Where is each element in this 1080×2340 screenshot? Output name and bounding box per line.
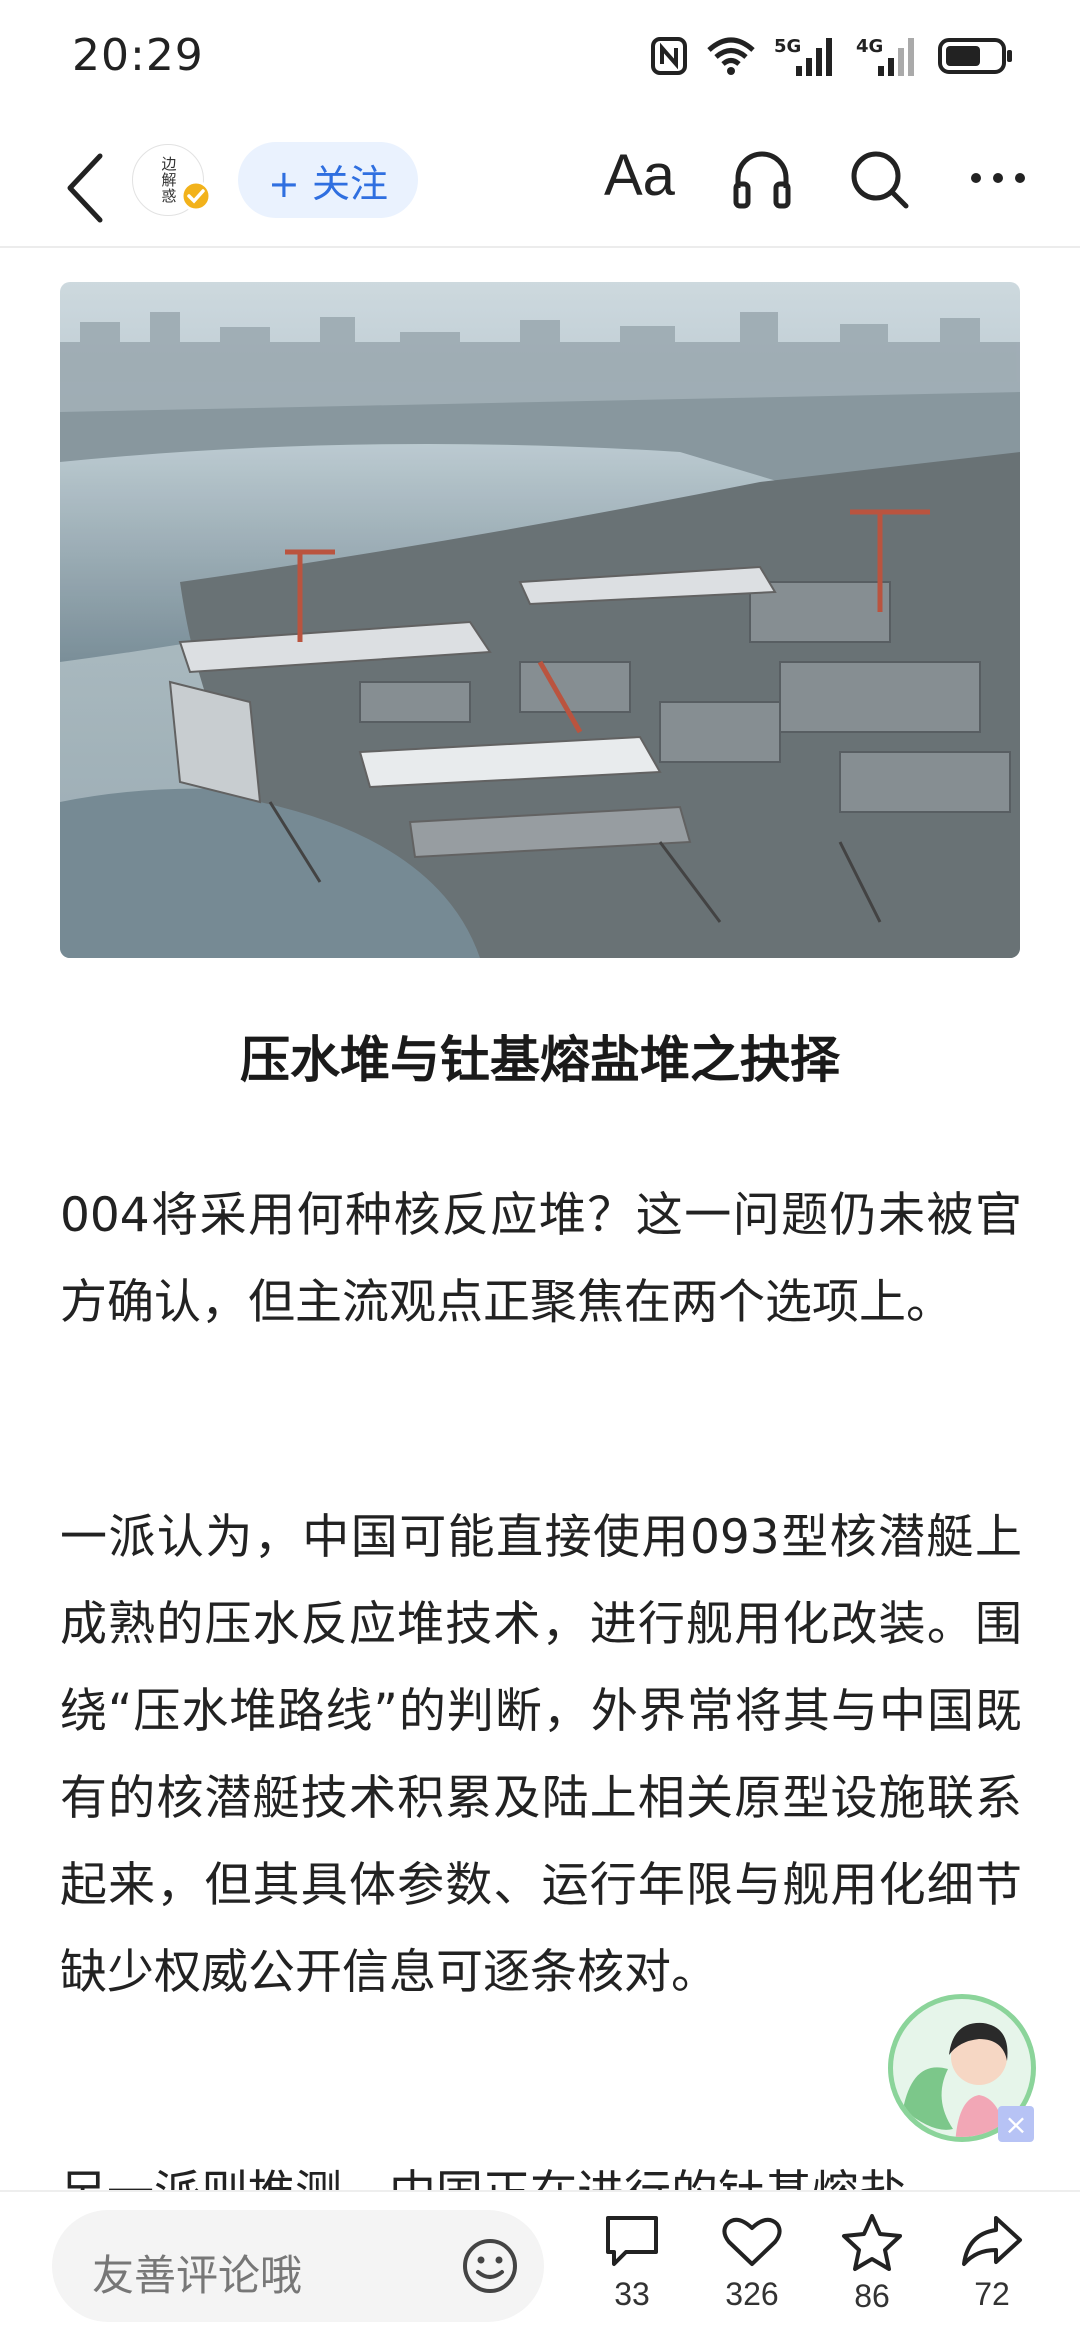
wifi-icon — [707, 37, 755, 75]
headphones-icon[interactable] — [730, 148, 794, 212]
like-count: 326 — [725, 2276, 779, 2312]
article-paragraph-2: 一派认为，中国可能直接使用093型核潜艇上成熟的压水反应堆技术，进行舰用化改装。… — [60, 1510, 1022, 2000]
status-icons: 5G 4G — [650, 34, 1014, 78]
comment-placeholder: 友善评论哦 — [92, 2251, 303, 2300]
heart-icon — [722, 2217, 782, 2266]
article-paragraph-1: 004将采用何种核反应堆？这一问题仍未被官方确认，但主流观点正聚焦在两个选项上。 — [60, 1188, 1022, 1330]
article-top-nav: 边解惑 + 关注 Aa — [0, 130, 1080, 248]
follow-button[interactable]: + 关注 — [238, 142, 418, 218]
network-4g-label: 4G — [856, 36, 883, 57]
share-icon — [962, 2216, 1022, 2266]
more-icon[interactable] — [968, 158, 1028, 198]
share-count: 72 — [974, 2276, 1010, 2312]
bottom-action-bar: 友善评论哦 33 326 86 72 — [0, 2190, 1080, 2340]
comment-icon — [606, 2216, 658, 2266]
status-bar: 20:29 5G 4G — [0, 0, 1080, 120]
assistant-close-icon[interactable]: × — [998, 2106, 1034, 2142]
emoji-icon[interactable] — [460, 2236, 520, 2296]
favorite-count: 86 — [854, 2278, 890, 2314]
search-icon[interactable] — [848, 148, 912, 212]
signal-5g-icon: 5G — [774, 36, 832, 76]
battery-icon — [938, 38, 1012, 74]
article-photo-shipyard[interactable] — [60, 282, 1020, 958]
comment-input[interactable]: 友善评论哦 — [52, 2210, 544, 2322]
comment-count: 33 — [614, 2276, 650, 2312]
star-icon — [842, 2214, 902, 2271]
author-avatar-text: 边解惑 — [159, 156, 178, 204]
comment-action[interactable]: 33 — [582, 2212, 682, 2313]
signal-4g-icon: 4G — [856, 36, 914, 76]
like-action[interactable]: 326 — [702, 2212, 802, 2313]
nfc-icon — [651, 37, 687, 75]
font-size-button[interactable]: Aa — [604, 142, 675, 209]
favorite-action[interactable]: 86 — [822, 2212, 922, 2315]
network-5g-label: 5G — [774, 36, 801, 57]
back-icon[interactable] — [56, 146, 116, 230]
verified-badge-icon — [180, 180, 212, 212]
status-time: 20:29 — [72, 30, 204, 81]
share-action[interactable]: 72 — [942, 2212, 1042, 2313]
section-heading: 压水堆与钍基熔盐堆之抉择 — [240, 1031, 840, 1089]
